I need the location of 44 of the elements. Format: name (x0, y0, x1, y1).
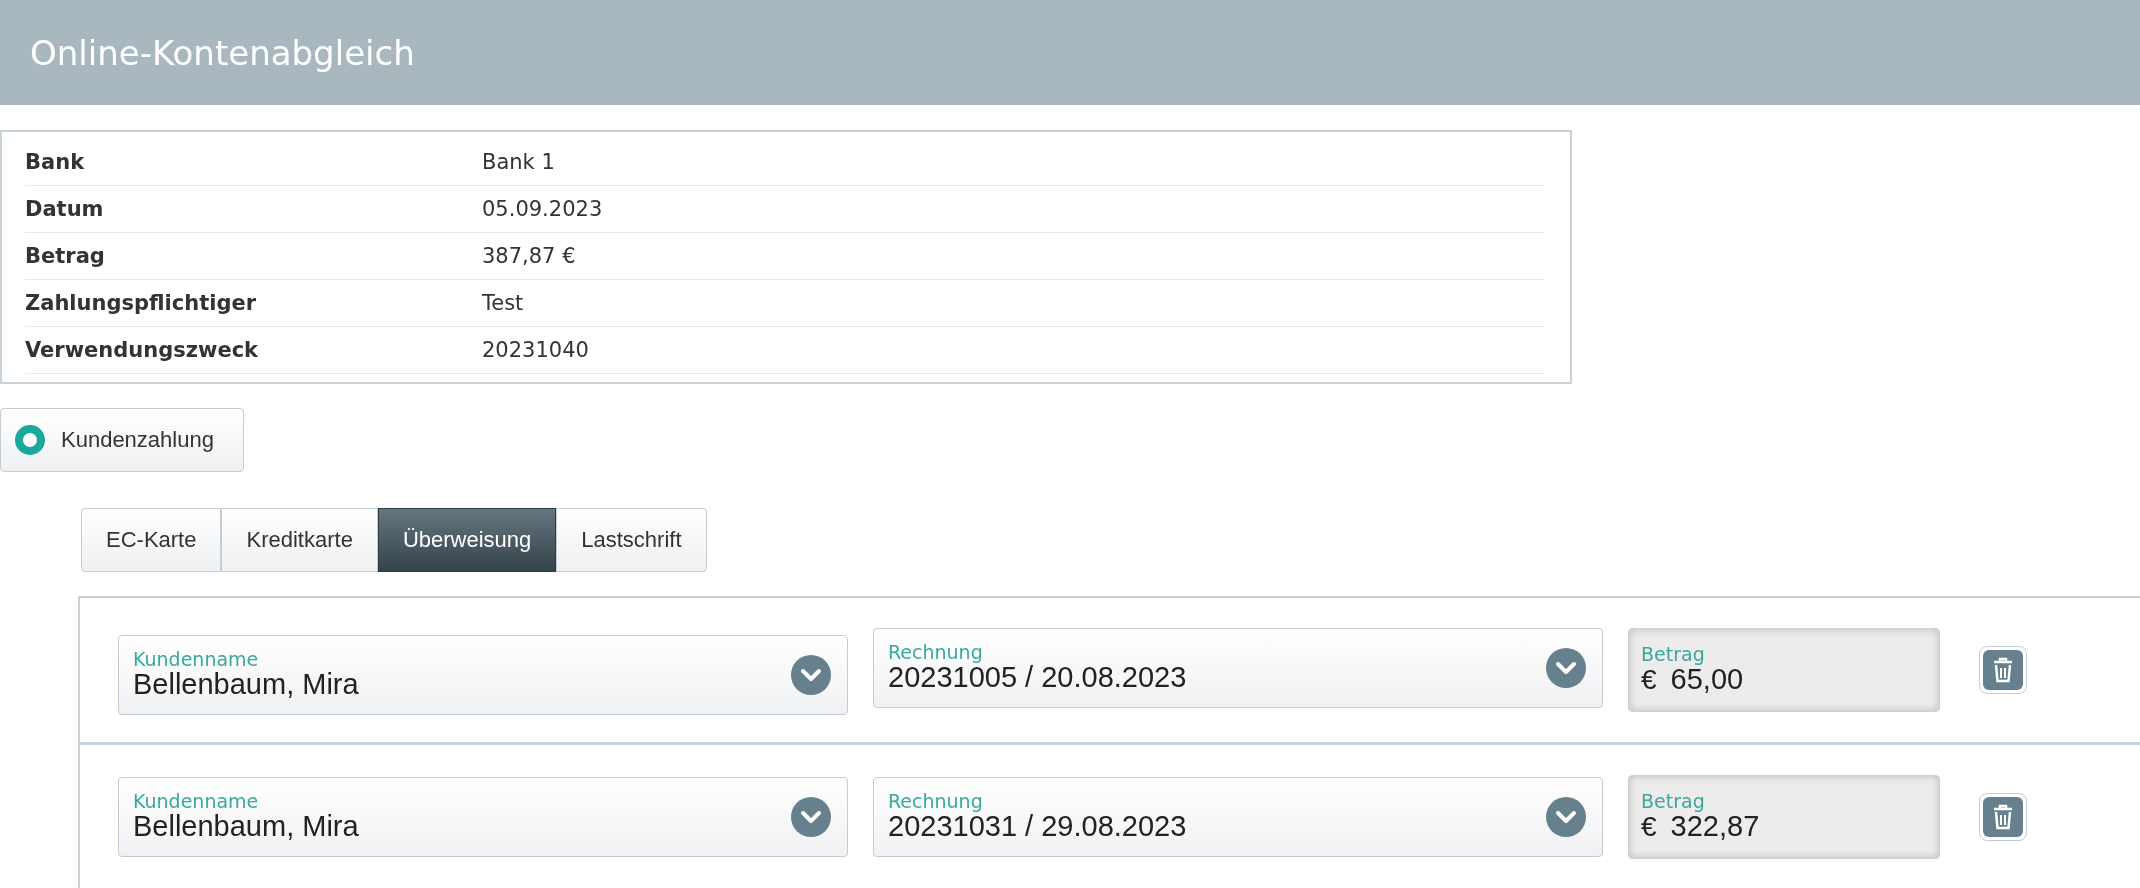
currency-symbol: € (1641, 810, 1657, 843)
detail-value: 05.09.2023 (482, 197, 604, 221)
delete-button[interactable] (1979, 646, 2027, 694)
field-label: Kundenname (133, 650, 260, 670)
field-label: Rechnung (888, 643, 984, 663)
chevron-down-icon[interactable] (791, 797, 831, 837)
amount-field[interactable]: Betrag € 65,00 (1628, 628, 1940, 712)
detail-value: 387,87 € (482, 244, 577, 268)
field-label: Betrag (1641, 791, 1706, 811)
field-label: Betrag (1641, 644, 1706, 664)
currency-symbol: € (1641, 663, 1657, 696)
field-value: Bellenbaum, Mira (133, 811, 360, 842)
field-value: 20231005 / 20.08.2023 (888, 662, 1188, 693)
detail-label: Datum (25, 197, 105, 221)
detail-value: Bank 1 (482, 150, 556, 174)
tab[interactable]: Überweisung (377, 508, 557, 572)
invoice-select[interactable]: Rechnung 20231005 / 20.08.2023 (873, 628, 1603, 708)
trash-icon (1983, 797, 2023, 837)
trash-icon (1983, 650, 2023, 690)
field-value: 20231031 / 29.08.2023 (888, 811, 1188, 842)
field-label: Kundenname (133, 792, 260, 812)
chevron-down-icon[interactable] (791, 655, 831, 695)
detail-value: 20231040 (482, 338, 590, 362)
customer-select[interactable]: Kundenname Bellenbaum, Mira (118, 635, 848, 715)
delete-button[interactable] (1979, 793, 2027, 841)
tab[interactable]: EC-Karte (81, 508, 222, 572)
customer-select[interactable]: Kundenname Bellenbaum, Mira (118, 777, 848, 857)
field-label: Rechnung (888, 792, 984, 812)
radio-label: Kundenzahlung (61, 427, 214, 453)
field-value: Bellenbaum, Mira (133, 669, 360, 700)
radio-icon (15, 425, 45, 455)
detail-value: Test (482, 291, 525, 315)
invoice-select[interactable]: Rechnung 20231031 / 29.08.2023 (873, 777, 1603, 857)
detail-label: Bank (25, 150, 86, 174)
chevron-down-icon[interactable] (1546, 797, 1586, 837)
detail-label: Betrag (25, 244, 106, 268)
radio-button[interactable]: Kundenzahlung (0, 408, 244, 472)
detail-label: Verwendungszweck (25, 338, 260, 362)
tab[interactable]: Lastschrift (556, 508, 707, 572)
page-title: Online-Kontenabgleich (30, 32, 415, 73)
chevron-down-icon[interactable] (1546, 648, 1586, 688)
tab[interactable]: Kreditkarte (221, 508, 378, 572)
amount-field[interactable]: Betrag € 322,87 (1628, 775, 1940, 859)
detail-label: Zahlungspflichtiger (25, 291, 258, 315)
